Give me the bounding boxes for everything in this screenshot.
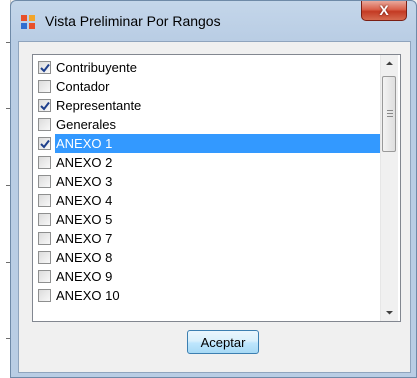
accept-button[interactable]: Aceptar — [187, 330, 259, 354]
list-item[interactable]: ANEXO 4 — [33, 191, 380, 210]
checkbox[interactable] — [38, 232, 51, 245]
close-button[interactable]: X — [361, 1, 407, 21]
checkbox[interactable] — [38, 194, 51, 207]
window-title: Vista Preliminar Por Rangos — [45, 13, 221, 29]
list-item-label: ANEXO 3 — [56, 174, 113, 189]
list-item-label: ANEXO 1 — [55, 134, 380, 153]
list-item[interactable]: ANEXO 1 — [33, 134, 380, 153]
list-item[interactable]: ANEXO 5 — [33, 210, 380, 229]
list-item[interactable]: Contribuyente — [33, 58, 380, 77]
list-item[interactable]: Contador — [33, 77, 380, 96]
checkbox[interactable] — [38, 175, 51, 188]
list-item-label: ANEXO 9 — [56, 269, 113, 284]
dialog-body: Contribuyente Contador Representante Genera… — [18, 41, 411, 373]
list-item-label: Contador — [56, 79, 110, 94]
list-item[interactable]: ANEXO 7 — [33, 229, 380, 248]
checkbox[interactable] — [38, 270, 51, 283]
checkbox[interactable] — [38, 118, 51, 131]
check-icon — [40, 139, 50, 149]
checkbox[interactable] — [38, 156, 51, 169]
dialog-window: Vista Preliminar Por Rangos X Contribuye… — [10, 0, 417, 378]
checked-list-box[interactable]: Contribuyente Contador Representante Genera… — [32, 54, 401, 322]
close-icon: X — [379, 2, 389, 18]
checkbox[interactable] — [38, 213, 51, 226]
list-item-label: Generales — [56, 117, 116, 132]
vertical-scrollbar[interactable] — [380, 55, 398, 321]
list-item-label: Representante — [56, 98, 142, 113]
list-item[interactable]: Representante — [33, 96, 380, 115]
checkbox[interactable] — [38, 251, 51, 264]
checkbox-checked[interactable] — [38, 99, 51, 112]
check-icon — [40, 101, 50, 111]
list-item[interactable]: ANEXO 8 — [33, 248, 380, 267]
list-item-label: ANEXO 5 — [56, 212, 113, 227]
list-items: Contribuyente Contador Representante Genera… — [33, 58, 380, 305]
list-item-label: ANEXO 7 — [56, 231, 113, 246]
list-item-label: ANEXO 8 — [56, 250, 113, 265]
thumb-grip — [387, 113, 393, 114]
checkbox-checked[interactable] — [38, 137, 51, 150]
scroll-down-icon[interactable] — [381, 304, 398, 321]
app-icon — [21, 15, 35, 29]
list-item-label: Contribuyente — [56, 60, 137, 75]
list-item[interactable]: Generales — [33, 115, 380, 134]
list-item-label: ANEXO 4 — [56, 193, 113, 208]
thumb-grip — [387, 110, 393, 111]
list-item-label: ANEXO 2 — [56, 155, 113, 170]
list-item[interactable]: ANEXO 9 — [33, 267, 380, 286]
check-icon — [40, 63, 50, 73]
list-item-label: ANEXO 10 — [56, 288, 120, 303]
title-bar[interactable]: Vista Preliminar Por Rangos X — [11, 1, 416, 41]
scroll-thumb[interactable] — [382, 76, 396, 152]
checkbox[interactable] — [38, 80, 51, 93]
list-item[interactable]: ANEXO 3 — [33, 172, 380, 191]
checkbox[interactable] — [38, 289, 51, 302]
list-item[interactable]: ANEXO 2 — [33, 153, 380, 172]
thumb-grip — [387, 116, 393, 117]
checkbox-checked[interactable] — [38, 61, 51, 74]
scroll-up-icon[interactable] — [381, 55, 398, 72]
list-item[interactable]: ANEXO 10 — [33, 286, 380, 305]
